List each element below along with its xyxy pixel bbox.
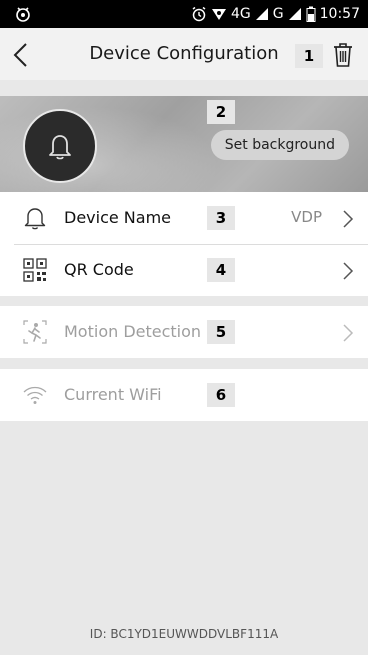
qr-code-label: QR Code [64,260,134,279]
current-wifi-label: Current WiFi [64,385,162,404]
motion-icon [23,320,47,344]
device-name-label: Device Name [64,208,172,227]
bell-outline-icon [24,208,46,230]
network-type-label-2: G [272,6,284,22]
signal-strength-icon-2 [288,8,301,20]
status-bar: 4G G 10:57 [0,0,368,28]
marker-3: 3 [207,206,235,230]
motion-settings-group: Motion Detection 5 [0,306,368,358]
clock: 10:57 [319,6,360,22]
hotspot-signal-icon [212,9,227,20]
chevron-right-icon [343,324,354,342]
device-banner: 2 Set background [0,96,368,192]
device-avatar[interactable] [23,109,97,183]
app-notification-icon [16,7,30,22]
signal-strength-icon [255,8,268,20]
set-background-button[interactable]: Set background [210,130,349,160]
alarm-icon [192,6,206,22]
wifi-icon [23,386,47,404]
chevron-right-icon [343,262,354,280]
device-name-value: VDP [291,208,322,226]
status-icons: 4G G 10:57 [191,5,360,23]
delete-device-button[interactable] [332,42,354,68]
motion-detection-row[interactable]: Motion Detection 5 [0,306,368,358]
bell-icon [49,135,71,160]
marker-5: 5 [207,320,235,344]
device-id-label: ID: BC1YD1EUWWDDVLBF111A [89,627,279,641]
motion-detection-label: Motion Detection [64,322,202,341]
qr-code-icon [23,258,47,282]
marker-2: 2 [207,100,235,124]
battery-icon [306,6,316,22]
marker-6: 6 [207,383,235,407]
app-header: Device Configuration 1 [0,28,368,80]
chevron-right-icon [343,210,354,228]
qr-code-row[interactable]: QR Code 4 [0,244,368,296]
device-name-row[interactable]: Device Name 3 VDP [0,192,368,244]
network-type-label: 4G [231,6,251,22]
device-settings-group: Device Name 3 VDP QR Code 4 [0,192,368,296]
wifi-settings-group: Current WiFi 6 [0,369,368,421]
current-wifi-row[interactable]: Current WiFi 6 [0,369,368,421]
marker-1: 1 [295,44,323,68]
marker-4: 4 [207,258,235,282]
